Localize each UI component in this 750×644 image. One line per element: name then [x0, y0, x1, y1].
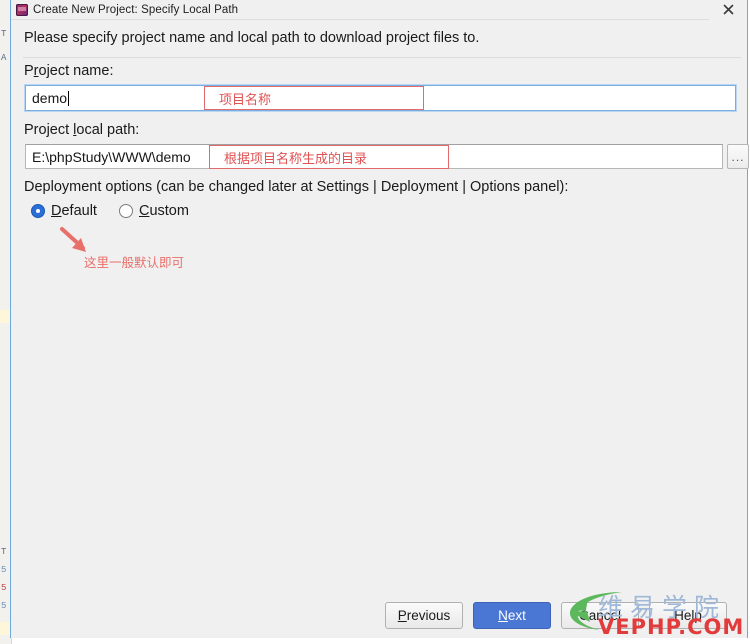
annotation-project-path: 根据项目名称生成的目录 [209, 145, 449, 169]
annotation-project-name: 项目名称 [204, 86, 424, 110]
radio-unselected-icon [118, 204, 133, 218]
annotation-deployment-note: 这里一般默认即可 [84, 256, 185, 270]
project-name-label: Project name: [24, 63, 114, 79]
previous-button-label: Previous [397, 608, 451, 623]
help-button[interactable]: Help [649, 602, 727, 629]
project-name-value: demo [32, 90, 68, 106]
next-button[interactable]: Next [473, 602, 551, 629]
dialog-instruction: Please specify project name and local pa… [24, 30, 480, 46]
dialog-titlebar[interactable]: Create New Project: Specify Local Path [11, 0, 747, 20]
cancel-button-label: Cancel [578, 608, 622, 623]
next-button-label: Next [498, 608, 526, 623]
deployment-options-label: Deployment options (can be changed later… [24, 179, 569, 195]
project-local-path-value: E:\phpStudy\WWW\demo [32, 148, 191, 165]
annotation-project-path-text: 根据项目名称生成的目录 [224, 150, 368, 166]
browse-path-button[interactable]: ... [727, 144, 749, 169]
deployment-options-radio-group: Default Custom [31, 203, 211, 219]
project-local-path-label: Project local path: [24, 122, 140, 138]
dialog-header: Please specify project name and local pa… [11, 20, 747, 58]
radio-option-default-label: Default [51, 203, 97, 219]
text-caret [68, 90, 70, 106]
browse-path-button-label: ... [731, 149, 745, 164]
radio-option-default[interactable]: Default [31, 203, 97, 219]
radio-option-custom[interactable]: Custom [118, 203, 189, 219]
dialog-title: Create New Project: Specify Local Path [33, 3, 239, 16]
phpstorm-icon [16, 3, 28, 16]
previous-button[interactable]: Previous [385, 602, 463, 629]
radio-option-custom-label: Custom [138, 203, 189, 219]
close-icon[interactable] [709, 0, 747, 20]
annotation-project-name-text: 项目名称 [219, 91, 272, 107]
radio-selected-icon [31, 204, 45, 218]
help-button-label: Help [674, 608, 702, 623]
create-new-project-dialog: Create New Project: Specify Local Path P… [10, 0, 749, 638]
dialog-footer: Previous Next Cancel Help [11, 598, 747, 638]
cancel-button[interactable]: Cancel [561, 602, 639, 629]
dialog-body: Project name: demo 项目名称 Project local pa… [11, 58, 749, 598]
